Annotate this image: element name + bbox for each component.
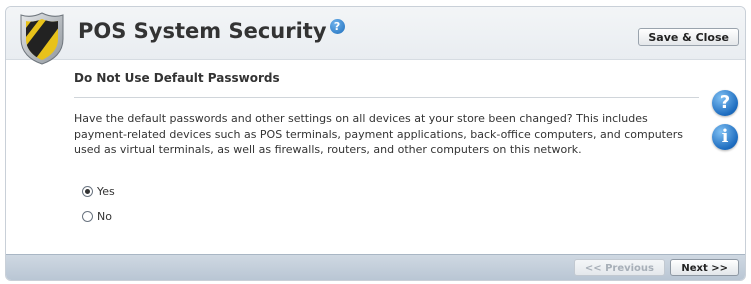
question-help-icon[interactable]: ? [712, 90, 738, 116]
option-no[interactable]: No [82, 210, 112, 223]
page-title: POS System Security? [78, 19, 345, 43]
footer-bar: << Previous Next >> [6, 254, 745, 280]
help-icon[interactable]: ? [329, 19, 345, 34]
radio-selected-dot [85, 189, 90, 194]
security-panel: POS System Security? Save & Close Do Not… [5, 6, 746, 281]
page-title-text: POS System Security [78, 19, 327, 43]
shield-icon [20, 12, 64, 65]
next-button[interactable]: Next >> [670, 259, 739, 276]
radio-yes[interactable] [82, 186, 93, 197]
question-text: Have the default passwords and other set… [74, 112, 684, 156]
option-yes-label: Yes [97, 185, 115, 198]
option-no-label: No [97, 210, 112, 223]
save-close-button[interactable]: Save & Close [638, 28, 739, 46]
panel-header: POS System Security? Save & Close [6, 7, 745, 65]
radio-no[interactable] [82, 211, 93, 222]
previous-button: << Previous [573, 259, 665, 276]
section-title: Do Not Use Default Passwords [74, 71, 280, 85]
option-yes[interactable]: Yes [82, 185, 115, 198]
section-divider [74, 97, 699, 98]
info-icon[interactable]: i [712, 124, 738, 150]
